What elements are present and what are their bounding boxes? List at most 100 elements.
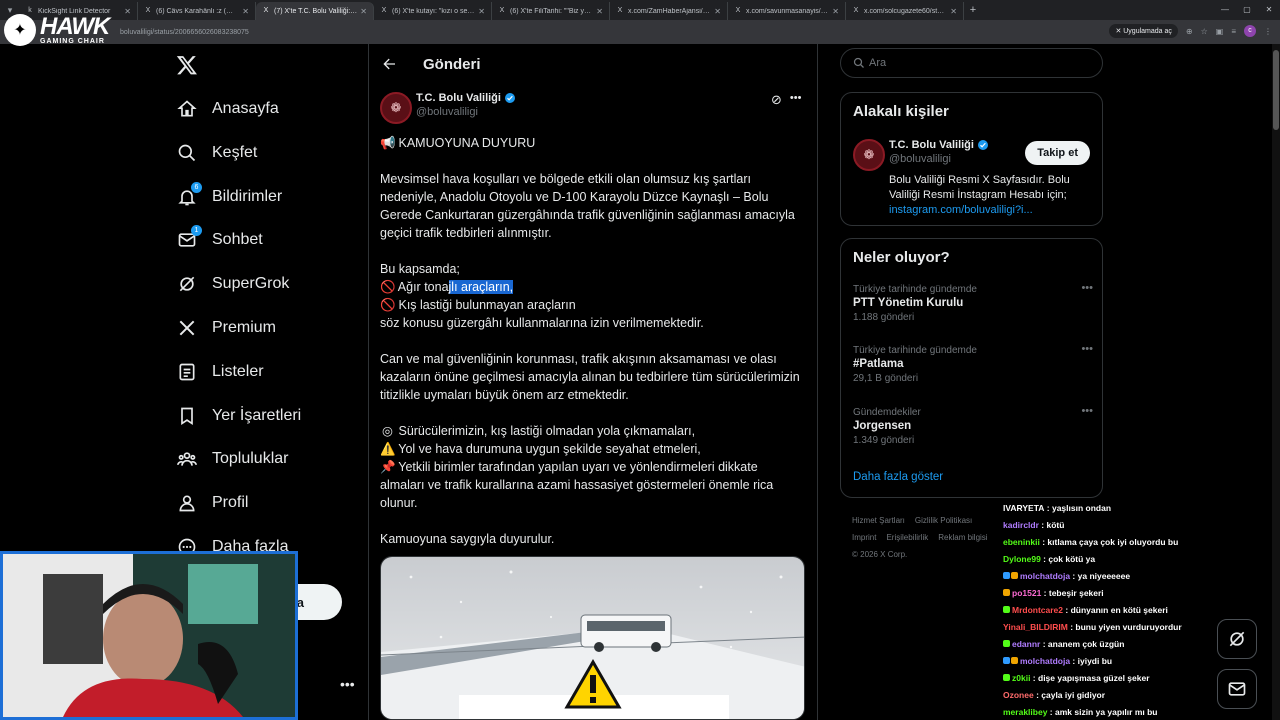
back-arrow-icon[interactable] [381, 56, 397, 72]
page-scrollbar[interactable] [1272, 44, 1280, 720]
nav-item-4[interactable]: 1 Sohbet [176, 225, 263, 254]
tab-close-icon[interactable]: ✕ [124, 7, 131, 16]
open-in-app-button[interactable]: ✕ Uygulamada aç [1109, 24, 1178, 38]
nav-item-2[interactable]: Keşfet [176, 139, 257, 167]
chat-username: molchatdoja [1020, 655, 1071, 666]
chat-text: : dişe yapışmasa güzel şeker [1030, 672, 1150, 683]
trend-more-icon[interactable]: ••• [1081, 405, 1093, 417]
trend-item[interactable]: Gündemdekiler Jorgensen 1.349 gönderi ••… [853, 405, 1093, 446]
tweet-image[interactable] [380, 556, 805, 720]
chat-text-body: iyiydi bu [1077, 655, 1113, 666]
tab-close-icon[interactable]: ✕ [478, 7, 485, 16]
chat-text-body: dünyanın en kötü şekeri [1070, 604, 1168, 615]
chat-badge-icons [1003, 674, 1010, 681]
sponsor-brand: HAWK [40, 12, 110, 40]
follow-button[interactable]: Takip et [1025, 141, 1090, 165]
browser-tab[interactable]: Xx.com/savunmasanayis/status/...✕ [728, 2, 846, 20]
tab-close-icon[interactable]: ✕ [832, 7, 839, 16]
related-people-title: Alakalı kişiler [853, 103, 949, 120]
megaphone-icon: 📢 [380, 136, 396, 150]
close-window-icon[interactable]: ✕ [1258, 0, 1280, 20]
show-more-link[interactable]: Daha fazla göster [853, 471, 943, 483]
grok-icon[interactable]: ⊘ [771, 92, 782, 108]
browser-menu-icon[interactable]: ⋮ [1264, 27, 1272, 36]
tweet-paragraph-1: Mevsimsel hava koşulları ve bölgede etki… [380, 172, 795, 240]
footer-link[interactable]: Gizlilik Politikası [915, 516, 972, 525]
tab-close-icon[interactable]: ✕ [242, 7, 249, 16]
nav-item-6[interactable]: Premium [176, 314, 276, 342]
messages-floating-button[interactable] [1217, 669, 1257, 709]
trend-more-icon[interactable]: ••• [1081, 282, 1093, 294]
url-field[interactable]: boluvaliligi/status/2006656026083238075 [120, 29, 249, 36]
tab-close-icon[interactable]: ✕ [950, 7, 957, 16]
browser-tab[interactable]: X (6) X'te kutayı: "kızı o ses türkiye...… [374, 2, 492, 20]
footer-link[interactable]: Erişilebilirlik [886, 533, 928, 542]
trend-item[interactable]: Türkiye tarihinde gündemde #Patlama 29,1… [853, 343, 1093, 384]
chat-message: Yinali_BILDIRIM : bunu yiyen vurduruyord… [1003, 618, 1223, 635]
search-input[interactable]: Ara [840, 48, 1103, 78]
minimize-icon[interactable]: — [1214, 0, 1236, 20]
x-logo-icon[interactable] [176, 54, 198, 76]
related-avatar[interactable]: ❁ [853, 139, 885, 171]
maximize-icon[interactable]: ▢ [1236, 0, 1258, 20]
tab-close-icon[interactable]: ✕ [596, 7, 603, 16]
tweet-author[interactable]: ❁ T.C. Bolu Valiliği @boluvaliligi [380, 92, 516, 124]
tab-close-icon[interactable]: ✕ [360, 7, 367, 16]
trend-more-icon[interactable]: ••• [1081, 343, 1093, 355]
new-tab-button[interactable]: + [964, 4, 982, 16]
nav-item-1[interactable]: Anasayfa [176, 95, 279, 123]
nav-item-5[interactable]: SuperGrok [176, 270, 289, 298]
author-handle[interactable]: @boluvaliligi [416, 106, 516, 118]
footer-link[interactable]: Imprint [852, 533, 876, 542]
author-avatar[interactable]: ❁ [380, 92, 412, 124]
window-controls: — ▢ ✕ [1214, 0, 1280, 20]
chat-username: Dylone99 [1003, 553, 1041, 564]
profile-icon [176, 492, 198, 514]
chat-username: meraklibey [1003, 706, 1048, 717]
author-name[interactable]: T.C. Bolu Valiliği [416, 92, 501, 104]
related-handle[interactable]: @boluvaliligi [889, 153, 989, 165]
nav-item-10[interactable]: Profil [176, 489, 248, 517]
tweet-header-actions: ⊘ ••• [771, 92, 801, 108]
nav-label: Yer İşaretleri [212, 406, 302, 424]
scrollbar-thumb[interactable] [1273, 50, 1279, 130]
browser-tab[interactable]: X (7) X'te T.C. Bolu Valiliği: "📢 K...✕ [256, 2, 374, 20]
nav-item-9[interactable]: Topluluklar [176, 445, 288, 473]
bookmark-star-icon[interactable]: ☆ [1201, 27, 1208, 36]
trends-card: Neler oluyor? Türkiye tarihinde gündemde… [840, 238, 1103, 498]
media-icon[interactable]: ≡ [1231, 27, 1236, 36]
tab-close-icon[interactable]: ✕ [714, 7, 721, 16]
chat-username: edannr [1012, 638, 1041, 649]
main-header: Gönderi [369, 44, 817, 84]
browser-tab[interactable]: Xx.com/solcugazete60/status/20...✕ [846, 2, 964, 20]
trend-count: 1.188 gönderi [853, 312, 915, 323]
grok-floating-button[interactable] [1217, 619, 1257, 659]
browser-profile-avatar[interactable]: c [1244, 25, 1256, 37]
chat-message: Mrdontcare2 : dünyanın en kötü şekeri [1003, 601, 1223, 618]
tab-title: (6) Câvs Karahânlı :z (@karaha... [156, 7, 239, 15]
related-name[interactable]: T.C. Bolu Valiliği [889, 139, 974, 151]
nav-label: Bildirimler [212, 187, 283, 205]
tweet-text: 📢 KAMUOYUNA DUYURU Mevsimsel hava koşull… [380, 134, 802, 548]
chat-text: : ananem çok üzgün [1040, 638, 1125, 649]
footer-link[interactable]: Hizmet Şartları [852, 516, 905, 525]
chat-text: : kıtlama çaya çok iyi oluyordu bu [1039, 536, 1179, 547]
account-more-icon[interactable]: ••• [340, 676, 355, 692]
nav-item-8[interactable]: Yer İşaretleri [176, 402, 301, 430]
tab-title: x.com/solcugazete60/status/20... [864, 7, 947, 15]
browser-tab[interactable]: X (6) Câvs Karahânlı :z (@karaha...✕ [138, 2, 256, 20]
footer-link[interactable]: Reklam bilgisi [938, 533, 987, 542]
zoom-icon[interactable]: ⊕ [1186, 27, 1193, 36]
browser-tab[interactable]: X (6) X'te FiliTarihi: ""Biz yurt dışı...… [492, 2, 610, 20]
tab-favicon-icon: X [381, 7, 387, 14]
browser-tab[interactable]: Xx.com/ZamHaberAjansi/status/...✕ [610, 2, 728, 20]
more-options-icon[interactable]: ••• [790, 92, 802, 108]
nav-item-3[interactable]: 6 Bildirimler [176, 181, 283, 211]
nav-item-7[interactable]: Listeler [176, 358, 264, 386]
related-bio-link[interactable]: instagram.com/boluvaliligi?i... [889, 204, 1033, 216]
browser-tab-strip: ▾ k KickSight Link Detector ✕ X (6) Câvs Kar… [0, 0, 1280, 20]
trend-item[interactable]: Türkiye tarihinde gündemde PTT Yönetim K… [853, 282, 1093, 323]
extensions-icon[interactable]: ▣ [1216, 27, 1224, 36]
notification-badge: 1 [191, 225, 202, 237]
chat-text-body: bunu yiyen vurduruyordur [1075, 621, 1182, 632]
